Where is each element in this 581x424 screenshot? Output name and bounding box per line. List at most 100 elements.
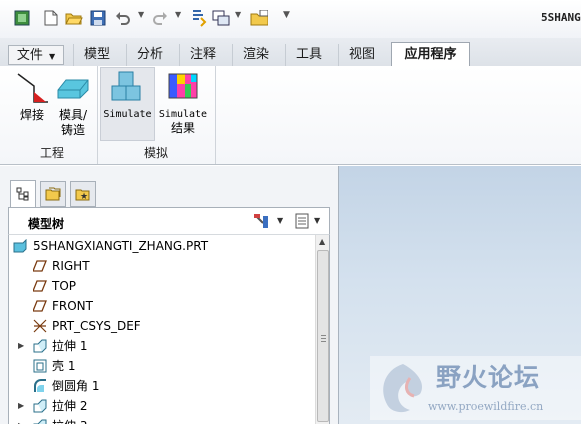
- scroll-up-arrow-icon[interactable]: ▲: [319, 237, 325, 246]
- tree-item-round-1[interactable]: 倒圆角 1: [9, 376, 309, 396]
- tree-item-label: RIGHT: [52, 259, 90, 273]
- extrude-icon: [33, 339, 47, 353]
- new-icon[interactable]: [42, 8, 60, 28]
- redo-dropdown-icon[interactable]: ▼: [175, 10, 181, 19]
- simulate-results-label-1: Simulate: [158, 109, 208, 120]
- model-tree-title: 模型树: [28, 217, 65, 231]
- ribbon-tab-bar: 文件 ▼ 模型 分析 注释 渲染 工具 视图 应用程序: [0, 38, 581, 67]
- customize-icon[interactable]: ▼: [283, 10, 290, 20]
- simulate-results-button[interactable]: Simulate 结果: [157, 68, 209, 136]
- forum-watermark: 野火论坛 www.proewildfire.cn: [370, 356, 581, 420]
- quick-access-toolbar: ▼ ▼ ▼ ▼ 5SHANGXIANGTI_ZHANG: [0, 0, 581, 38]
- tree-item-label: 拉伸 2: [52, 399, 88, 413]
- undo-dropdown-icon[interactable]: ▼: [138, 10, 144, 19]
- model-tree: 5SHANGXIANGTI_ZHANG.PRT RIGHT TOP FRONT …: [8, 235, 330, 424]
- tab-label: 渲染: [242, 47, 269, 62]
- group-label-simulation: 模拟: [144, 146, 169, 160]
- flame-logo-icon: [383, 364, 423, 413]
- tab-view[interactable]: 视图: [338, 44, 385, 66]
- tab-label: 分析: [136, 47, 163, 62]
- undo-icon[interactable]: [114, 8, 132, 28]
- round-icon: [34, 379, 46, 392]
- model-tree-header: 模型树 ▼ ▼: [8, 207, 330, 235]
- simulate-button[interactable]: Simulate: [100, 67, 155, 141]
- mold-casting-label-2: 铸造: [60, 123, 85, 137]
- windows-dropdown-icon[interactable]: ▼: [235, 10, 241, 19]
- svg-text:★: ★: [80, 192, 88, 201]
- expand-arrow-icon[interactable]: ▶: [18, 416, 24, 424]
- favorites-tab-icon[interactable]: ★: [70, 181, 96, 207]
- part-icon: [13, 239, 27, 253]
- navigator-panel: ★ 模型树 ▼ ▼ 5SHANGXIANGTI_ZHANG.PRT RIGHT …: [0, 166, 338, 424]
- windows-icon[interactable]: [212, 8, 230, 28]
- tab-analysis[interactable]: 分析: [126, 44, 173, 66]
- tree-item-right[interactable]: RIGHT: [9, 256, 309, 276]
- show-options-dropdown-icon[interactable]: ▼: [314, 216, 320, 225]
- tree-item-label: TOP: [52, 279, 77, 293]
- tab-label: 视图: [348, 47, 375, 62]
- model-tree-tab-icon[interactable]: [10, 180, 36, 208]
- tree-item-label: 5SHANGXIANGTI_ZHANG.PRT: [33, 239, 209, 253]
- tab-tools[interactable]: 工具: [285, 44, 332, 66]
- watermark-url: www.proewildfire.cn: [428, 400, 544, 413]
- tree-item-label: 拉伸 3: [52, 416, 87, 424]
- tab-file[interactable]: 文件 ▼: [8, 45, 64, 65]
- group-label-engineering: 工程: [40, 146, 65, 160]
- save-icon[interactable]: [89, 8, 107, 28]
- expand-arrow-icon[interactable]: ▶: [18, 336, 24, 356]
- tab-label: 应用程序: [404, 47, 457, 62]
- datum-plane-icon: [33, 280, 47, 292]
- tree-item-label: 拉伸 1: [52, 339, 88, 353]
- ribbon-panel: 焊接 模具/ 铸造 工程 Simulate Simulate 结果 模拟: [0, 66, 581, 165]
- mold-casting-icon: [57, 79, 89, 99]
- simulate-results-icon: [168, 73, 198, 99]
- mold-casting-button[interactable]: 模具/ 铸造: [53, 68, 93, 138]
- window-title: 5SHANGXIANGTI_ZHANG: [541, 11, 581, 24]
- tree-item-part[interactable]: 5SHANGXIANGTI_ZHANG.PRT: [9, 236, 309, 256]
- simulate-results-label-2: 结果: [170, 121, 195, 135]
- tab-annotate[interactable]: 注释: [179, 44, 226, 66]
- tree-item-extrude-2[interactable]: ▶ 拉伸 2: [9, 396, 309, 416]
- welding-icon: [17, 73, 48, 103]
- group-separator: [215, 66, 216, 164]
- folder-browser-tab-icon[interactable]: [40, 181, 66, 207]
- extrude-icon: [33, 419, 47, 424]
- expand-arrow-icon[interactable]: ▶: [18, 396, 24, 416]
- tab-render[interactable]: 渲染: [232, 44, 279, 66]
- open-icon[interactable]: [65, 8, 83, 28]
- tree-item-top[interactable]: TOP: [9, 276, 309, 296]
- datum-plane-icon: [33, 260, 47, 272]
- tree-settings-dropdown-icon[interactable]: ▼: [277, 216, 283, 225]
- chevron-down-icon: ▼: [49, 52, 56, 61]
- welding-label: 焊接: [19, 108, 44, 122]
- tab-label: 模型: [83, 47, 110, 62]
- tree-settings-icon[interactable]: [253, 213, 271, 232]
- watermark-title: 野火论坛: [436, 363, 541, 392]
- shell-icon: [33, 359, 47, 373]
- tree-item-label: 壳 1: [52, 359, 76, 373]
- tree-item-extrude-3[interactable]: ▶ 拉伸 3: [9, 416, 309, 424]
- welding-button[interactable]: 焊接: [12, 68, 52, 123]
- group-separator: [97, 66, 98, 164]
- tab-model[interactable]: 模型: [73, 44, 120, 66]
- tree-item-extrude-1[interactable]: ▶ 拉伸 1: [9, 336, 309, 356]
- close-window-icon[interactable]: [250, 8, 268, 28]
- mold-casting-label-1: 模具/: [58, 108, 88, 122]
- tree-item-front[interactable]: FRONT: [9, 296, 309, 316]
- tab-label: 工具: [295, 47, 322, 62]
- redo-icon[interactable]: [151, 8, 169, 28]
- extrude-icon: [33, 399, 47, 413]
- show-options-icon[interactable]: [295, 213, 309, 232]
- tree-item-label: 倒圆角 1: [52, 379, 100, 393]
- csys-icon: [33, 319, 47, 333]
- scrollbar-thumb[interactable]: [317, 250, 329, 422]
- regenerate-icon[interactable]: [190, 8, 208, 28]
- tree-item-label: FRONT: [52, 299, 93, 313]
- app-icon[interactable]: [13, 8, 31, 28]
- tree-scrollbar[interactable]: ▲: [315, 235, 329, 424]
- tree-item-csys[interactable]: PRT_CSYS_DEF: [9, 316, 309, 336]
- tab-label: 文件: [16, 48, 43, 63]
- tab-label: 注释: [189, 47, 216, 62]
- tab-applications[interactable]: 应用程序: [391, 42, 470, 67]
- tree-item-shell-1[interactable]: 壳 1: [9, 356, 309, 376]
